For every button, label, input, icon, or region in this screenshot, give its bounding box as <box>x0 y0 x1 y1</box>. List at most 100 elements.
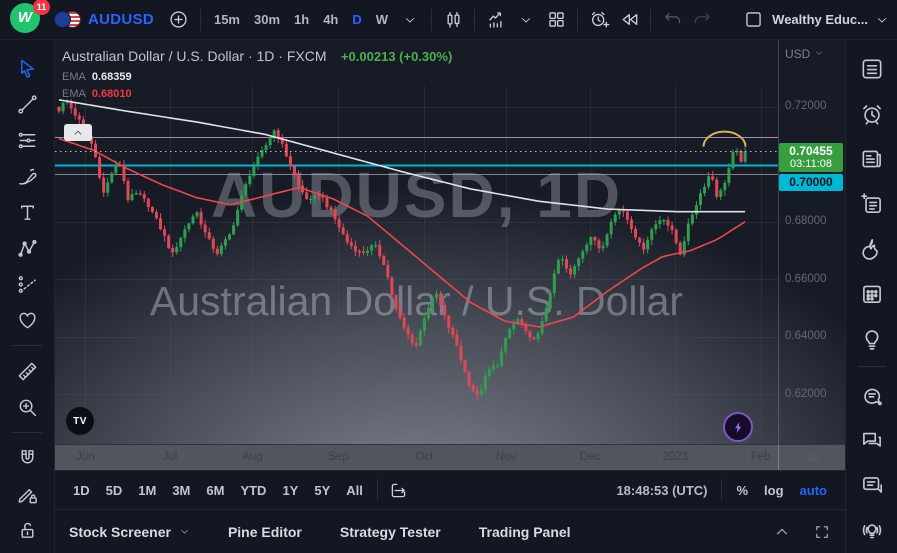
legend-collapse-button[interactable] <box>64 124 92 141</box>
bar-replay-button[interactable] <box>614 3 644 37</box>
bottom-toolbar: 1D 5D 1M 3M 6M YTD 1Y 5Y All 18:48:53 (UTC) % lo… <box>55 470 845 509</box>
xabcd-pattern-icon[interactable] <box>8 230 46 266</box>
account-menu[interactable]: Wealthy Educ... <box>772 12 889 27</box>
percent-scale-toggle[interactable]: % <box>728 483 756 498</box>
chart-legend: Australian Dollar / U.S. Dollar · 1D · F… <box>62 48 452 100</box>
hide-drawings-icon[interactable] <box>8 548 46 553</box>
time-axis[interactable]: Jun Jul Aug Sep Oct Nov Dec 2023 Feb <box>55 444 845 471</box>
bottom-panel: Stock Screener Pine Editor Strategy Test… <box>55 509 845 553</box>
app-logo[interactable]: W 11 <box>10 0 50 37</box>
right-sidebar <box>845 40 897 553</box>
timeframe-15m[interactable]: 15m <box>207 5 247 35</box>
chart-style-candles-button[interactable] <box>438 3 468 37</box>
lock-all-icon[interactable] <box>8 512 46 548</box>
quote-message-icon[interactable] <box>852 462 892 507</box>
ema-legend-row[interactable]: EMA 0.68359 <box>62 71 452 83</box>
calendar-icon[interactable] <box>852 271 892 316</box>
save-layout-button[interactable] <box>738 3 768 37</box>
time-tick: Aug <box>242 451 263 463</box>
brush-icon[interactable] <box>8 158 46 194</box>
range-5y[interactable]: 5Y <box>306 476 338 504</box>
toolbar-divider <box>431 8 433 31</box>
tab-pine-editor[interactable]: Pine Editor <box>228 524 302 540</box>
chat-cloud-icon[interactable] <box>852 372 892 417</box>
create-alert-button[interactable] <box>584 3 614 37</box>
panel-fullscreen-button[interactable] <box>813 523 831 541</box>
go-to-date-button[interactable] <box>384 473 414 507</box>
range-1y[interactable]: 1Y <box>274 476 306 504</box>
range-all[interactable]: All <box>338 476 371 504</box>
emoji-heart-icon[interactable] <box>8 302 46 338</box>
price-axis[interactable]: USD 0.70455 03:11:08 0.70000 0.720000.70… <box>779 40 845 444</box>
date-range-group: 1D 5D 1M 3M 6M YTD 1Y 5Y All <box>65 476 371 504</box>
drawing-toolbar <box>0 40 55 553</box>
range-1d[interactable]: 1D <box>65 476 98 504</box>
alerts-clock-icon[interactable] <box>852 91 892 136</box>
notes-plus-icon[interactable] <box>852 181 892 226</box>
symbol-button[interactable]: AUDUSD <box>88 3 154 37</box>
undo-button[interactable] <box>657 3 687 37</box>
log-scale-toggle[interactable]: log <box>756 483 792 498</box>
legend-title[interactable]: Australian Dollar / U.S. Dollar · 1D · F… <box>62 48 327 64</box>
price-level-badge: 0.70000 <box>779 174 843 192</box>
fib-retracement-icon[interactable] <box>8 122 46 158</box>
timeframe-w[interactable]: W <box>369 5 395 35</box>
time-tick: Jul <box>162 451 178 463</box>
time-tick: Nov <box>495 451 517 463</box>
toolbar-divider <box>721 479 723 501</box>
timeframe-4h[interactable]: 4h <box>316 5 345 35</box>
time-tick: Dec <box>579 451 601 463</box>
price-chart-canvas[interactable] <box>55 40 778 444</box>
zoom-in-icon[interactable] <box>8 389 46 425</box>
range-6m[interactable]: 6M <box>198 476 232 504</box>
timeframe-menu-chevron[interactable] <box>395 3 425 37</box>
toolbar-divider <box>12 432 42 433</box>
timeframe-d[interactable]: D <box>345 5 368 35</box>
ema-legend-row[interactable]: EMA 0.68010 <box>62 88 452 100</box>
panel-expand-button[interactable] <box>773 523 791 541</box>
ideas-bulb-icon[interactable] <box>852 316 892 361</box>
price-tick: 0.72000 <box>785 100 827 112</box>
range-5d[interactable]: 5D <box>98 476 131 504</box>
streams-icon[interactable] <box>852 507 892 552</box>
boost-lightning-icon[interactable] <box>723 412 753 442</box>
au-flag-icon <box>54 10 71 28</box>
ruler-icon[interactable] <box>8 353 46 389</box>
toolbar-divider <box>650 8 652 31</box>
time-tick: 2023 <box>662 451 689 463</box>
price-scale-settings-sun-icon[interactable] <box>801 448 825 468</box>
cursor-icon[interactable] <box>8 50 46 86</box>
multichart-layout-button[interactable] <box>541 3 571 37</box>
indicators-menu-chevron[interactable] <box>511 3 541 37</box>
price-scale-currency[interactable]: USD <box>785 47 824 61</box>
compare-add-symbol-button[interactable] <box>164 3 194 37</box>
trend-line-icon[interactable] <box>8 86 46 122</box>
watchlist-icon[interactable] <box>852 46 892 91</box>
magnet-icon[interactable] <box>8 440 46 476</box>
auto-scale-toggle[interactable]: auto <box>792 483 835 498</box>
screener-chevron-icon <box>179 524 190 540</box>
draw-lock-icon[interactable] <box>8 476 46 512</box>
news-icon[interactable] <box>852 136 892 181</box>
private-chats-icon[interactable] <box>852 417 892 462</box>
price-tick: 0.66000 <box>785 272 827 285</box>
price-tick: 0.64000 <box>785 330 827 342</box>
toolbar-divider <box>12 345 42 346</box>
range-1m[interactable]: 1M <box>130 476 164 504</box>
redo-button[interactable] <box>687 3 717 37</box>
tab-strategy-tester[interactable]: Strategy Tester <box>340 524 441 540</box>
text-icon[interactable] <box>8 194 46 230</box>
toolbar-divider <box>577 8 579 31</box>
indicators-button[interactable] <box>481 3 511 37</box>
hotlists-flame-icon[interactable] <box>852 226 892 271</box>
timeframe-1h[interactable]: 1h <box>287 5 316 35</box>
forecast-icon[interactable] <box>8 266 46 302</box>
clock-utc[interactable]: 18:48:53 (UTC) <box>608 483 715 498</box>
range-ytd[interactable]: YTD <box>232 476 274 504</box>
tab-stock-screener[interactable]: Stock Screener <box>69 524 190 540</box>
timeframe-30m[interactable]: 30m <box>247 5 287 35</box>
range-3m[interactable]: 3M <box>164 476 198 504</box>
timeframe-group: 15m 30m 1h 4h D W <box>207 5 395 35</box>
tradingview-logo[interactable]: TV <box>66 407 94 435</box>
tab-trading-panel[interactable]: Trading Panel <box>479 524 571 540</box>
